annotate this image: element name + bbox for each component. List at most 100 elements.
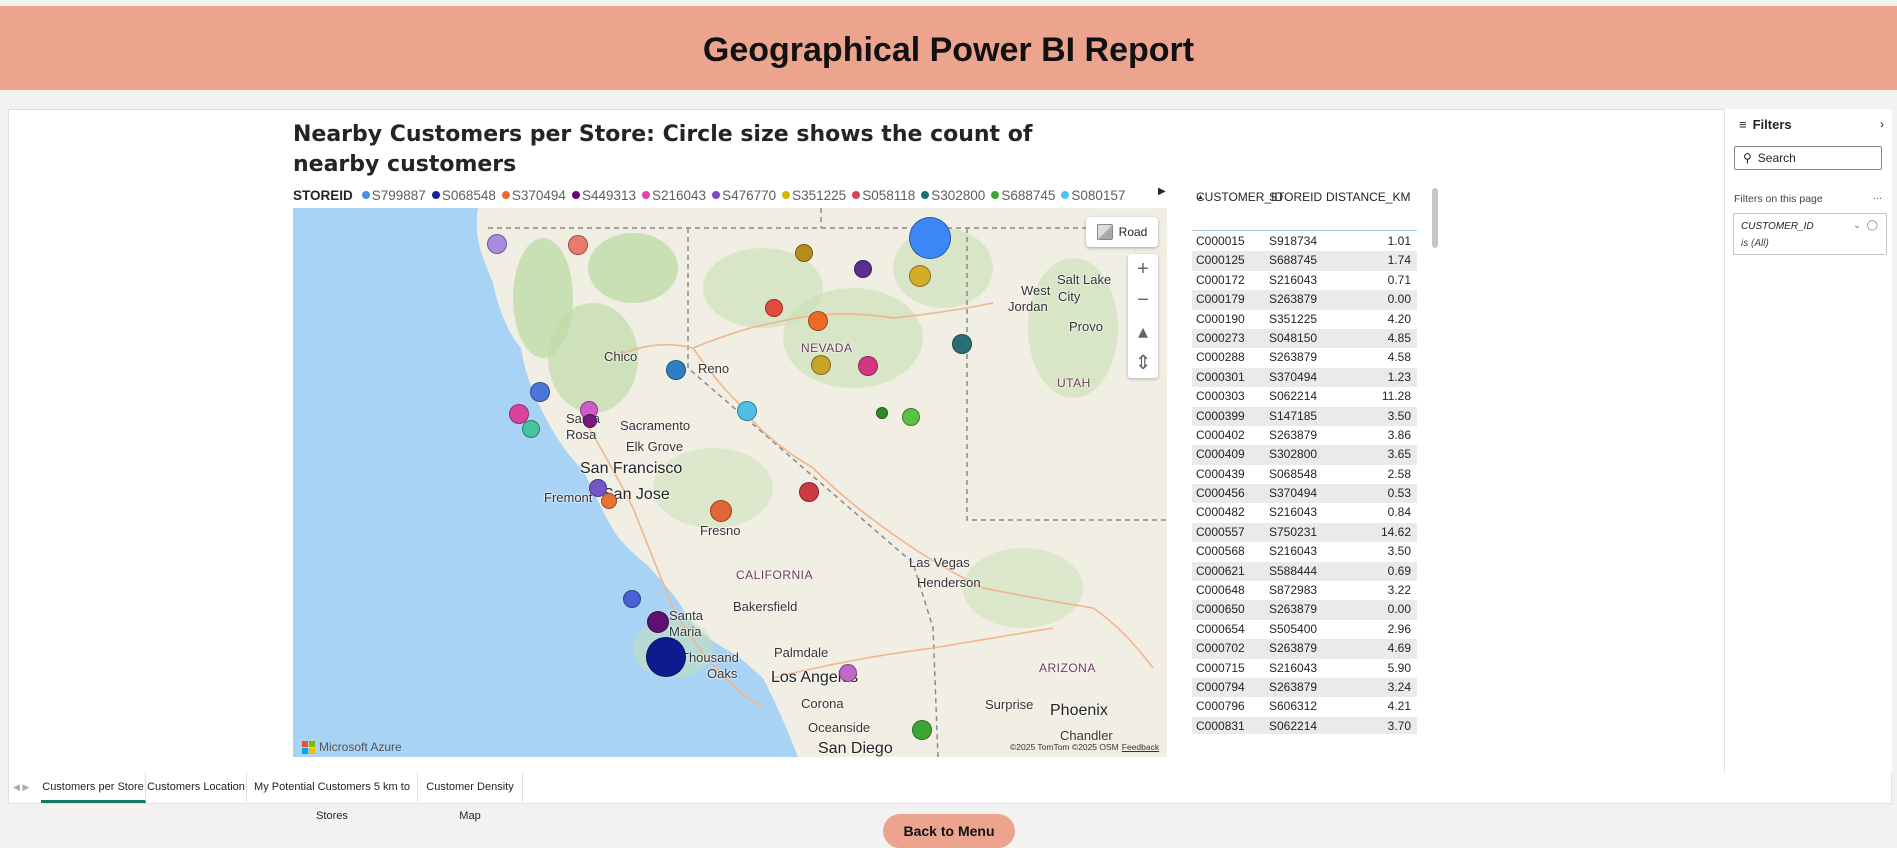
store-bubble[interactable] (487, 234, 507, 254)
table-row[interactable]: C000621 S588444 0.69 (1192, 561, 1417, 582)
cell-distance: 0.53 (1387, 486, 1411, 501)
legend-item[interactable]: S688745 (991, 188, 1055, 203)
table-row[interactable]: C000402 S263879 3.86 (1192, 426, 1417, 445)
table-row[interactable]: C000409 S302800 3.65 (1192, 445, 1417, 465)
table-row[interactable]: C000568 S216043 3.50 (1192, 542, 1417, 561)
store-bubble[interactable] (583, 414, 597, 428)
legend-item[interactable]: S080157 (1061, 188, 1125, 203)
legend-item[interactable]: S216043 (642, 188, 706, 203)
cell-distance: 1.01 (1387, 234, 1411, 248)
store-bubble[interactable] (647, 611, 669, 633)
table-row[interactable]: C000654 S505400 2.96 (1192, 620, 1417, 639)
store-bubble[interactable] (522, 420, 540, 438)
table-row[interactable]: C000125 S688745 1.74 (1192, 251, 1417, 271)
legend-item[interactable]: S302800 (921, 188, 985, 203)
cell-customer-id: C000301 (1196, 369, 1245, 384)
table-row[interactable]: C000288 S263879 4.58 (1192, 348, 1417, 367)
legend-item[interactable]: S449313 (571, 188, 636, 203)
legend-item[interactable]: S476770 (712, 188, 776, 203)
tab-customers-location[interactable]: Customers Location (146, 773, 247, 802)
compass-icon[interactable]: ⇕ (1128, 347, 1158, 378)
zoom-in-button[interactable]: + (1128, 254, 1158, 285)
zoom-out-button[interactable]: − (1128, 285, 1158, 316)
table-row[interactable]: C000179 S263879 0.00 (1192, 290, 1417, 310)
table-row[interactable]: C000301 S370494 1.23 (1192, 367, 1417, 388)
feedback-link[interactable]: Feedback (1122, 742, 1159, 752)
store-bubble[interactable] (839, 664, 857, 682)
legend-item[interactable]: S351225 (782, 188, 846, 203)
table-row[interactable]: C000482 S216043 0.84 (1192, 503, 1417, 522)
tab-customers-per-store[interactable]: Customers per Store (41, 773, 146, 803)
store-bubble[interactable] (666, 360, 686, 380)
table-row[interactable]: C000831 S062214 3.70 (1192, 716, 1417, 734)
filter-search-input[interactable]: ⚲ Search (1734, 146, 1882, 170)
table-row[interactable]: C000796 S606312 4.21 (1192, 697, 1417, 716)
cell-customer-id: C000702 (1196, 641, 1245, 656)
column-header-storeid[interactable]: STOREID (1269, 189, 1322, 206)
column-header-customer-id[interactable]: CUSTOMER_ID (1196, 189, 1283, 206)
store-bubble[interactable] (765, 299, 783, 317)
table-scrollbar[interactable] (1432, 188, 1438, 248)
cell-distance: 3.50 (1387, 544, 1411, 559)
store-bubble[interactable] (737, 401, 757, 421)
store-bubble[interactable] (952, 334, 972, 354)
cell-storeid: S688745 (1269, 253, 1318, 268)
table-row[interactable]: C000794 S263879 3.24 (1192, 677, 1417, 698)
store-bubble[interactable] (710, 500, 732, 522)
store-bubble[interactable] (858, 356, 878, 376)
table-row[interactable]: C000303 S062214 11.28 (1192, 387, 1417, 406)
store-bubble[interactable] (568, 235, 588, 255)
store-bubble[interactable] (811, 355, 831, 375)
table-row[interactable]: C000190 S351225 4.20 (1192, 310, 1417, 329)
pitch-icon[interactable]: ▴ (1128, 316, 1158, 347)
table-row[interactable]: C000456 S370494 0.53 (1192, 484, 1417, 504)
filter-card[interactable]: CUSTOMER_ID is (All) ⌄ ◯ (1733, 213, 1887, 255)
store-bubble[interactable] (623, 590, 641, 608)
store-bubble[interactable] (902, 408, 920, 426)
table-row[interactable]: C000439 S068548 2.58 (1192, 465, 1417, 484)
legend-item[interactable]: S799887 (361, 188, 426, 203)
store-bubble[interactable] (799, 482, 819, 502)
back-to-menu-button[interactable]: Back to Menu (883, 814, 1015, 848)
store-bubble[interactable] (854, 260, 872, 278)
store-bubble[interactable] (808, 311, 828, 331)
table-row[interactable]: C000273 S048150 4.85 (1192, 328, 1417, 349)
table-row[interactable]: C000648 S872983 3.22 (1192, 581, 1417, 600)
table-row[interactable]: C000650 S263879 0.00 (1192, 600, 1417, 620)
store-bubble[interactable] (646, 637, 686, 677)
table-row[interactable]: C000557 S750231 14.62 (1192, 522, 1417, 543)
legend-title: STOREID (293, 187, 353, 203)
collapse-chevron-icon[interactable]: › (1880, 117, 1884, 131)
legend-item[interactable]: S370494 (501, 188, 566, 203)
cell-distance: 3.22 (1387, 583, 1411, 598)
city-label: Fresno (700, 523, 741, 538)
chevron-down-icon[interactable]: ⌄ ◯ (1853, 220, 1878, 231)
cell-storeid: S216043 (1269, 272, 1318, 287)
store-bubble[interactable] (601, 493, 617, 509)
table-row[interactable]: C000172 S216043 0.71 (1192, 271, 1417, 290)
map-style-label: Road (1118, 225, 1148, 239)
more-options-icon[interactable]: ... (1873, 190, 1882, 202)
store-bubble[interactable] (912, 720, 932, 740)
table-row[interactable]: C000399 S147185 3.50 (1192, 406, 1417, 426)
legend-item[interactable]: S058118 (852, 188, 915, 203)
map-style-button[interactable]: Road (1086, 217, 1158, 247)
store-bubble[interactable] (795, 244, 813, 262)
map-canvas[interactable]: Chico Reno Santa Rosa Sacramento Elk Gro… (293, 208, 1167, 757)
table-row[interactable]: C000702 S263879 4.69 (1192, 639, 1417, 659)
column-header-distance[interactable]: DISTANCE_KM (1326, 189, 1410, 206)
table-row[interactable]: C000015 S918734 1.01 (1192, 232, 1417, 251)
store-bubble[interactable] (876, 407, 888, 419)
store-bubble[interactable] (909, 265, 931, 287)
microsoft-logo-icon (302, 740, 315, 754)
triangle-right-icon[interactable]: ▶ (1158, 186, 1166, 197)
legend-item[interactable]: S068548 (431, 188, 496, 203)
tab-scroll-arrows-icon[interactable]: ◀ ▶ (13, 782, 29, 793)
store-bubble[interactable] (530, 382, 550, 402)
tab-potential-customers[interactable]: My Potential Customers 5 km to Stores (247, 773, 418, 822)
cell-distance: 4.58 (1387, 350, 1411, 365)
store-bubble[interactable] (909, 217, 951, 259)
table-row[interactable]: C000715 S216043 5.90 (1192, 659, 1417, 678)
tab-customer-density-map[interactable]: Customer Density Map (418, 773, 523, 822)
cell-customer-id: C000557 (1196, 524, 1245, 539)
